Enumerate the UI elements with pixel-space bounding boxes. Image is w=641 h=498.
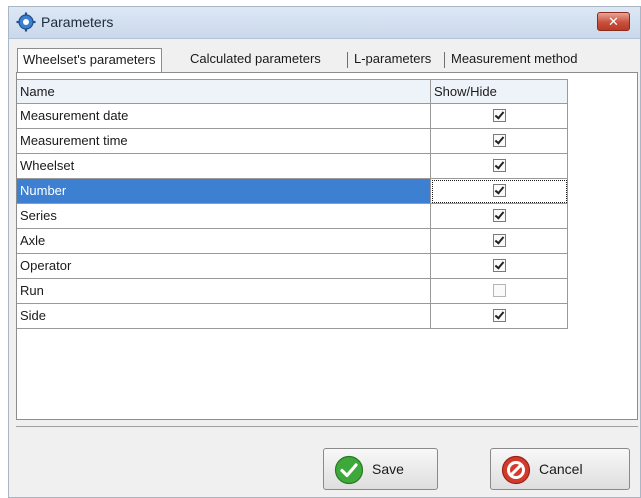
show-hide-checkbox[interactable]: [492, 234, 506, 247]
show-hide-checkbox[interactable]: [492, 284, 506, 297]
table-row[interactable]: Run: [17, 279, 574, 304]
cancel-button[interactable]: Cancel: [490, 448, 630, 490]
table-row[interactable]: Side: [17, 304, 574, 329]
tab-l-parameters[interactable]: L-parameters: [354, 48, 431, 72]
row-name-cell[interactable]: Side: [17, 304, 431, 329]
table-row[interactable]: Operator: [17, 254, 574, 279]
tab-calculated-parameters[interactable]: Calculated parameters: [190, 48, 321, 72]
show-hide-checkbox[interactable]: [492, 159, 506, 172]
checkmark-icon: [494, 309, 504, 320]
row-show-hide-cell[interactable]: [431, 179, 568, 204]
table-row[interactable]: Number: [17, 179, 574, 204]
row-name-cell[interactable]: Measurement time: [17, 129, 431, 154]
checkmark-icon: [494, 259, 504, 270]
green-check-icon: [334, 455, 364, 485]
save-button-label: Save: [372, 461, 404, 477]
show-hide-checkbox[interactable]: [492, 259, 506, 272]
close-icon: ✕: [608, 14, 619, 29]
row-name-cell[interactable]: Wheelset: [17, 154, 431, 179]
checkmark-icon: [494, 159, 504, 170]
checkmark-icon: [494, 109, 504, 120]
show-hide-checkbox[interactable]: [492, 134, 506, 147]
column-header-show-hide[interactable]: Show/Hide: [431, 79, 568, 104]
checkmark-icon: [494, 209, 504, 220]
save-button[interactable]: Save: [323, 448, 438, 490]
tab-measurement-method[interactable]: Measurement method: [451, 48, 577, 72]
row-name-cell[interactable]: Run: [17, 279, 431, 304]
row-show-hide-cell[interactable]: [431, 154, 568, 179]
table-row[interactable]: Measurement time: [17, 129, 574, 154]
grid-header-row: Name Show/Hide: [17, 79, 574, 104]
column-header-name[interactable]: Name: [17, 79, 431, 104]
table-row[interactable]: Axle: [17, 229, 574, 254]
parameters-grid-panel[interactable]: Name Show/Hide Measurement date Measureme…: [16, 72, 638, 420]
show-hide-checkbox[interactable]: [492, 184, 506, 197]
cancel-button-label: Cancel: [539, 461, 583, 477]
row-name-cell[interactable]: Number: [17, 179, 431, 204]
row-show-hide-cell[interactable]: [431, 304, 568, 329]
row-show-hide-cell[interactable]: [431, 204, 568, 229]
red-no-icon: [501, 455, 531, 485]
tab-wheelsets-parameters[interactable]: Wheelset's parameters: [17, 48, 162, 73]
row-show-hide-cell[interactable]: [431, 279, 568, 304]
row-name-cell[interactable]: Axle: [17, 229, 431, 254]
row-name-cell[interactable]: Operator: [17, 254, 431, 279]
table-row[interactable]: Measurement date: [17, 104, 574, 129]
show-hide-checkbox[interactable]: [492, 309, 506, 322]
row-show-hide-cell[interactable]: [431, 254, 568, 279]
checkmark-icon: [494, 234, 504, 245]
window-title: Parameters: [41, 14, 114, 30]
title-bar[interactable]: Parameters ✕: [9, 7, 640, 39]
gear-icon: [16, 12, 36, 32]
close-button[interactable]: ✕: [597, 12, 630, 31]
parameters-window: Parameters ✕ Wheelset's parameters Calcu…: [8, 6, 641, 498]
row-show-hide-cell[interactable]: [431, 229, 568, 254]
tab-separator: [444, 52, 445, 68]
table-row[interactable]: Wheelset: [17, 154, 574, 179]
show-hide-checkbox[interactable]: [492, 109, 506, 122]
table-row[interactable]: Series: [17, 204, 574, 229]
row-name-cell[interactable]: Measurement date: [17, 104, 431, 129]
dialog-footer: Save Cancel: [16, 426, 638, 496]
row-show-hide-cell[interactable]: [431, 129, 568, 154]
show-hide-checkbox[interactable]: [492, 209, 506, 222]
row-name-cell[interactable]: Series: [17, 204, 431, 229]
tab-separator: [347, 52, 348, 68]
tab-bar: Wheelset's parameters Calculated paramet…: [17, 48, 600, 73]
checkmark-icon: [494, 134, 504, 145]
checkmark-icon: [494, 184, 504, 195]
row-show-hide-cell[interactable]: [431, 104, 568, 129]
